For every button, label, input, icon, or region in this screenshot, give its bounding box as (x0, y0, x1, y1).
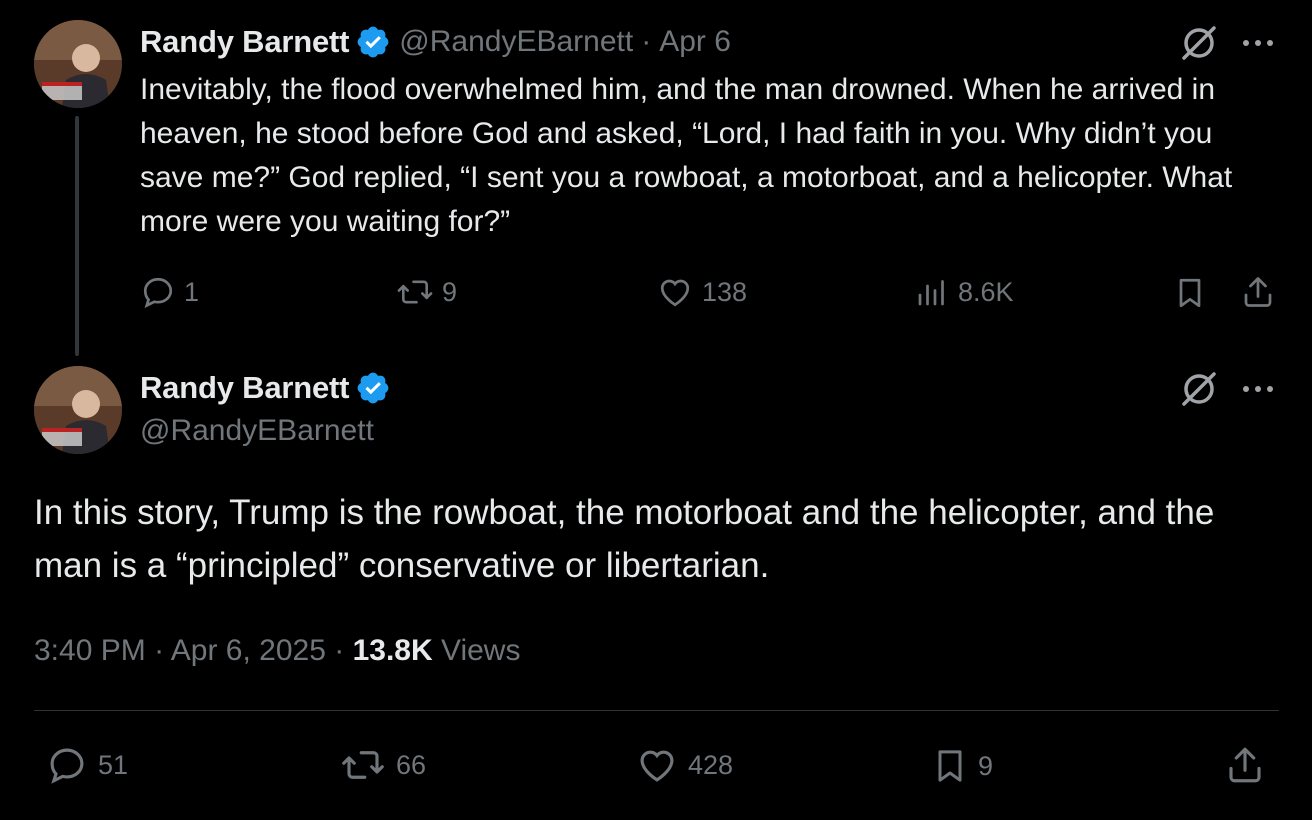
tweet-full-date[interactable]: Apr 6, 2025 (171, 634, 326, 667)
bookmark-button[interactable] (1172, 274, 1208, 312)
avatar[interactable] (34, 20, 122, 108)
reply-button[interactable]: 1 (140, 274, 199, 310)
like-count: 428 (688, 749, 734, 780)
grok-icon (1182, 372, 1216, 406)
bookmark-icon (938, 750, 962, 782)
more-icon (1243, 386, 1273, 392)
grok-button[interactable] (1180, 370, 1218, 413)
reply-count: 51 (98, 749, 129, 780)
grok-button[interactable] (1180, 24, 1218, 67)
views-button[interactable]: 8.6K (914, 274, 1014, 310)
views-label: Views (440, 634, 521, 667)
share-button[interactable] (1240, 274, 1276, 310)
more-icon (1243, 40, 1273, 46)
author-handle[interactable]: @RandyEBarnett (399, 25, 633, 59)
divider (34, 710, 1279, 711)
verified-badge-icon (357, 372, 389, 404)
views-icon (918, 280, 944, 306)
bookmark-count: 9 (978, 750, 994, 781)
views-count: 8.6K (958, 276, 1014, 307)
more-button[interactable] (1240, 36, 1276, 54)
like-button[interactable]: 138 (656, 274, 747, 310)
author-name[interactable]: Randy Barnett (140, 370, 349, 406)
author-handle[interactable]: @RandyEBarnett (140, 414, 374, 448)
tweet-date[interactable]: Apr 6 (659, 25, 731, 59)
main-author-row: Randy Barnett (140, 368, 391, 408)
repost-icon (342, 751, 384, 779)
verified-badge-icon (357, 26, 389, 58)
meta-separator: · (154, 634, 165, 667)
author-name[interactable]: Randy Barnett (140, 24, 349, 60)
like-icon (660, 279, 690, 307)
tweet-metadata: 3:40 PM · Apr 6, 2025 · 13.8K Views (34, 634, 520, 668)
reply-icon (50, 748, 84, 784)
repost-count: 66 (396, 749, 427, 780)
tweet-text: Inevitably, the flood overwhelmed him, a… (140, 73, 1233, 238)
like-count: 138 (702, 276, 748, 307)
repost-button[interactable]: 9 (396, 274, 457, 310)
grok-icon (1182, 26, 1216, 60)
share-icon (1229, 747, 1261, 783)
repost-button[interactable]: 66 (338, 744, 426, 786)
reply-button[interactable]: 51 (44, 744, 128, 786)
reply-count: 1 (184, 276, 200, 307)
share-button[interactable] (1224, 744, 1266, 786)
tweet-time[interactable]: 3:40 PM (34, 634, 146, 667)
tweet-header: Randy Barnett @RandyEBarnett · Apr 6 (140, 22, 731, 62)
bookmark-button[interactable]: 9 (930, 744, 993, 788)
like-icon (640, 750, 674, 782)
bookmark-icon (1179, 278, 1201, 308)
views-total: 13.8K (352, 634, 433, 667)
thread-line (75, 116, 79, 356)
repost-count: 9 (442, 276, 458, 307)
like-button[interactable]: 428 (634, 744, 733, 786)
repost-icon (397, 280, 433, 304)
avatar[interactable] (34, 366, 122, 454)
more-button[interactable] (1240, 382, 1276, 400)
main-tweet-text: In this story, Trump is the rowboat, the… (34, 493, 1215, 585)
header-separator: · (641, 25, 652, 58)
meta-separator: · (334, 634, 345, 667)
share-icon (1244, 277, 1272, 307)
reply-icon (143, 277, 173, 309)
